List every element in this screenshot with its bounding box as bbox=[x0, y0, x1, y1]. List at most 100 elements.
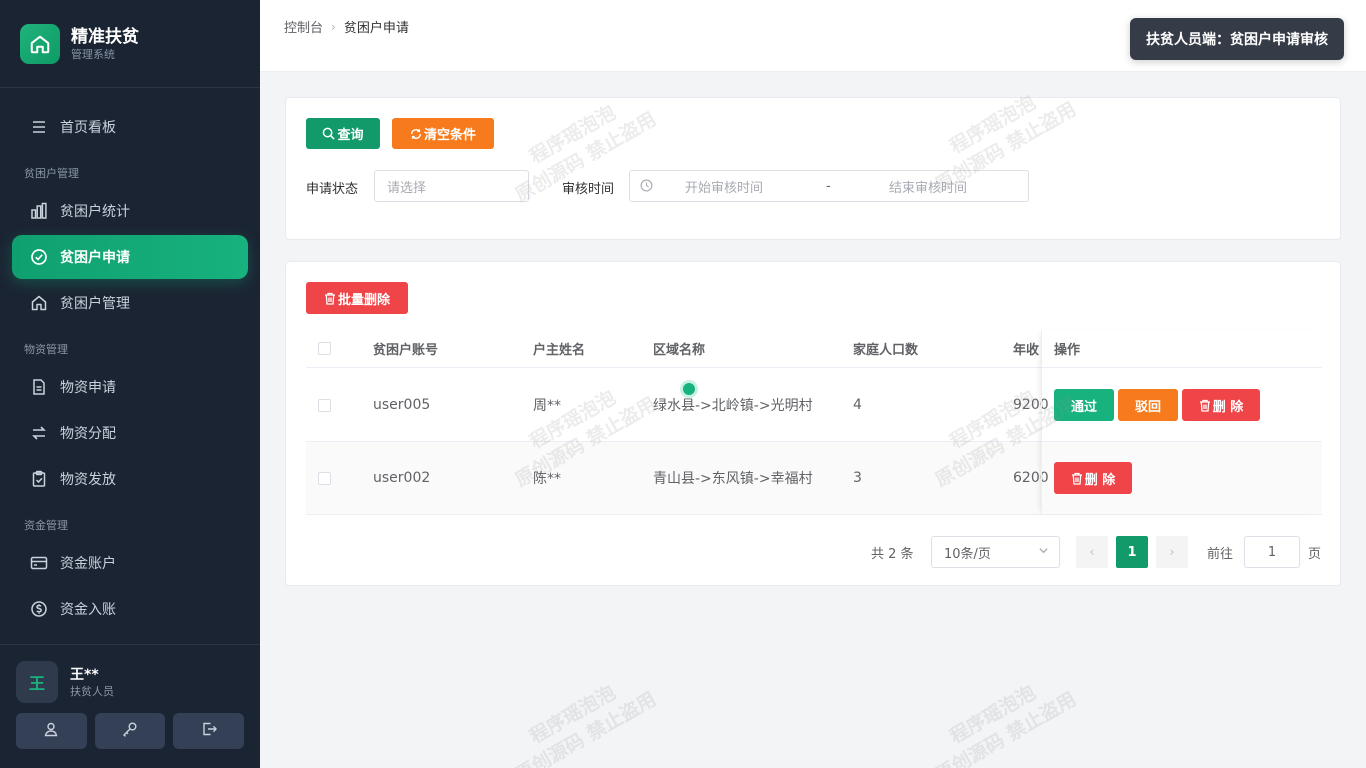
fixed-ops-column-divider bbox=[1041, 330, 1322, 515]
user-panel: 王 王** 扶贫人员 bbox=[0, 644, 260, 768]
cell-owner: 周** bbox=[533, 398, 561, 414]
chevron-right-icon: › bbox=[1169, 544, 1175, 560]
batch-delete-button[interactable]: 批量删除 bbox=[306, 282, 408, 314]
menu-group-material: 物资管理 bbox=[24, 343, 68, 356]
row-checkbox[interactable] bbox=[318, 398, 331, 412]
menu-item-fund-income[interactable]: 资金入账 bbox=[12, 587, 248, 631]
menu-item-poor-stats[interactable]: 贫困户统计 bbox=[12, 189, 248, 233]
page-size-select[interactable]: 10条/页 bbox=[931, 536, 1060, 568]
prev-page-button[interactable]: ‹ bbox=[1076, 536, 1108, 568]
query-button[interactable]: 查询 bbox=[306, 118, 380, 149]
mouse-cursor-indicator bbox=[680, 380, 698, 398]
pagination: 共 2 条 10条/页 ‹ 1 › 前往 1 页 bbox=[286, 534, 1342, 570]
goto-page-input[interactable]: 1 bbox=[1244, 536, 1300, 568]
clear-button-label: 清空条件 bbox=[423, 128, 476, 143]
menu-item-label: 资金账户 bbox=[60, 556, 116, 572]
breadcrumb: 控制台 › 贫困户申请 bbox=[284, 17, 409, 37]
profile-button[interactable] bbox=[16, 713, 87, 749]
key-icon bbox=[122, 721, 138, 741]
table-panel: 批量删除 贫困户账号 户主姓名 区域名称 家庭人口数 年收 操作 user005… bbox=[285, 261, 1341, 586]
brand: 精准扶贫 管理系统 bbox=[0, 0, 260, 88]
breadcrumb-home-link[interactable]: 控制台 bbox=[284, 17, 323, 36]
menu-item-material-apply[interactable]: 物资申请 bbox=[12, 365, 248, 409]
menu-lines-icon bbox=[30, 118, 48, 136]
menu-item-label: 贫困户申请 bbox=[60, 250, 130, 266]
cell-account: user002 bbox=[373, 470, 431, 486]
clock-icon bbox=[640, 179, 653, 196]
cell-owner: 陈** bbox=[533, 471, 561, 487]
logout-button[interactable] bbox=[173, 713, 245, 749]
house-icon bbox=[30, 294, 48, 312]
side-menu: 首页看板 贫困户管理 贫困户统计 贫困户申请 贫困户管理 物资管理 物资申请 物… bbox=[0, 88, 260, 631]
breadcrumb-current: 贫困户申请 bbox=[343, 21, 409, 36]
cell-account: user005 bbox=[373, 397, 431, 413]
range-separator: - bbox=[826, 178, 831, 194]
clipboard-check-icon bbox=[30, 470, 48, 488]
chevron-left-icon: ‹ bbox=[1089, 544, 1095, 560]
status-select-placeholder: 请选择 bbox=[387, 180, 427, 196]
menu-item-fund-account[interactable]: 资金账户 bbox=[12, 541, 248, 585]
check-circle-icon bbox=[30, 248, 48, 266]
start-time-input[interactable]: 开始审核时间 bbox=[685, 177, 763, 196]
menu-item-label: 首页看板 bbox=[60, 120, 116, 136]
row-checkbox[interactable] bbox=[318, 471, 331, 485]
menu-group-poor: 贫困户管理 bbox=[24, 167, 79, 180]
menu-item-material-issue[interactable]: 物资发放 bbox=[12, 457, 248, 501]
search-icon bbox=[322, 127, 336, 140]
logout-icon bbox=[201, 721, 217, 741]
dollar-circle-icon bbox=[30, 600, 48, 618]
page-suffix-label: 页 bbox=[1308, 547, 1322, 562]
cell-area: 青山县->东风镇->幸福村 bbox=[653, 471, 813, 487]
menu-item-label: 物资分配 bbox=[60, 426, 116, 442]
menu-item-poor-apply[interactable]: 贫困户申请 bbox=[12, 235, 248, 279]
chevron-down-icon bbox=[1038, 545, 1049, 560]
menu-item-label: 贫困户管理 bbox=[60, 296, 130, 312]
menu-item-material-assign[interactable]: 物资分配 bbox=[12, 411, 248, 455]
swap-arrows-icon bbox=[30, 424, 48, 442]
home-logo-icon bbox=[20, 23, 60, 64]
document-icon bbox=[30, 378, 48, 396]
avatar: 王 bbox=[16, 661, 58, 703]
batch-delete-label: 批量删除 bbox=[337, 292, 390, 308]
status-select[interactable]: 请选择 bbox=[374, 170, 529, 202]
next-page-button[interactable]: › bbox=[1156, 536, 1188, 568]
menu-item-poor-manage[interactable]: 贫困户管理 bbox=[12, 281, 248, 325]
watermark: 程序瑶泡泡原创源码 禁止盗用 bbox=[931, 681, 1080, 768]
audit-time-range-picker[interactable]: 开始审核时间 - 结束审核时间 bbox=[629, 170, 1029, 202]
user-icon bbox=[43, 721, 59, 741]
select-all-checkbox[interactable] bbox=[318, 342, 331, 355]
card-icon bbox=[30, 554, 48, 572]
refresh-icon bbox=[410, 128, 422, 140]
header-owner: 户主姓名 bbox=[533, 343, 586, 358]
chevron-right-icon: › bbox=[331, 19, 336, 34]
cell-population: 4 bbox=[853, 397, 862, 413]
menu-item-label: 资金入账 bbox=[60, 602, 116, 618]
cell-population: 3 bbox=[853, 470, 862, 486]
header-area: 区域名称 bbox=[653, 343, 706, 358]
watermark: 程序瑶泡泡原创源码 禁止盗用 bbox=[511, 681, 660, 768]
header-population: 家庭人口数 bbox=[853, 343, 919, 358]
menu-item-dashboard[interactable]: 首页看板 bbox=[12, 105, 248, 149]
brand-title: 精准扶贫 bbox=[71, 26, 139, 47]
clear-button[interactable]: 清空条件 bbox=[392, 118, 494, 149]
menu-group-fund: 资金管理 bbox=[24, 519, 68, 532]
sidebar: 精准扶贫 管理系统 首页看板 贫困户管理 贫困户统计 贫困户申请 贫困户管理 物… bbox=[0, 0, 260, 768]
bar-chart-icon bbox=[30, 202, 48, 220]
page-number-current[interactable]: 1 bbox=[1116, 536, 1148, 568]
change-password-button[interactable] bbox=[94, 713, 166, 749]
cell-area: 绿水县->北岭镇->光明村 bbox=[653, 398, 813, 414]
menu-item-label: 贫困户统计 bbox=[60, 204, 130, 220]
goto-label: 前往 bbox=[1207, 547, 1234, 562]
search-panel: 查询 清空条件 申请状态 请选择 审核时间 开始审核时间 - 结束审核时间 bbox=[285, 97, 1341, 240]
menu-item-label: 物资申请 bbox=[60, 380, 116, 396]
user-role: 扶贫人员 bbox=[70, 684, 114, 698]
menu-item-label: 物资发放 bbox=[60, 472, 116, 488]
top-header: 控制台 › 贫困户申请 扶贫人员端：贫困户申请审核 bbox=[260, 0, 1366, 72]
role-notice-badge: 扶贫人员端：贫困户申请审核 bbox=[1130, 18, 1344, 60]
audit-time-label: 审核时间 bbox=[562, 182, 615, 197]
status-label: 申请状态 bbox=[306, 182, 359, 197]
query-button-label: 查询 bbox=[337, 128, 364, 143]
page-size-value: 10条/页 bbox=[944, 546, 991, 562]
brand-subtitle: 管理系统 bbox=[71, 47, 115, 61]
end-time-input[interactable]: 结束审核时间 bbox=[889, 177, 967, 196]
